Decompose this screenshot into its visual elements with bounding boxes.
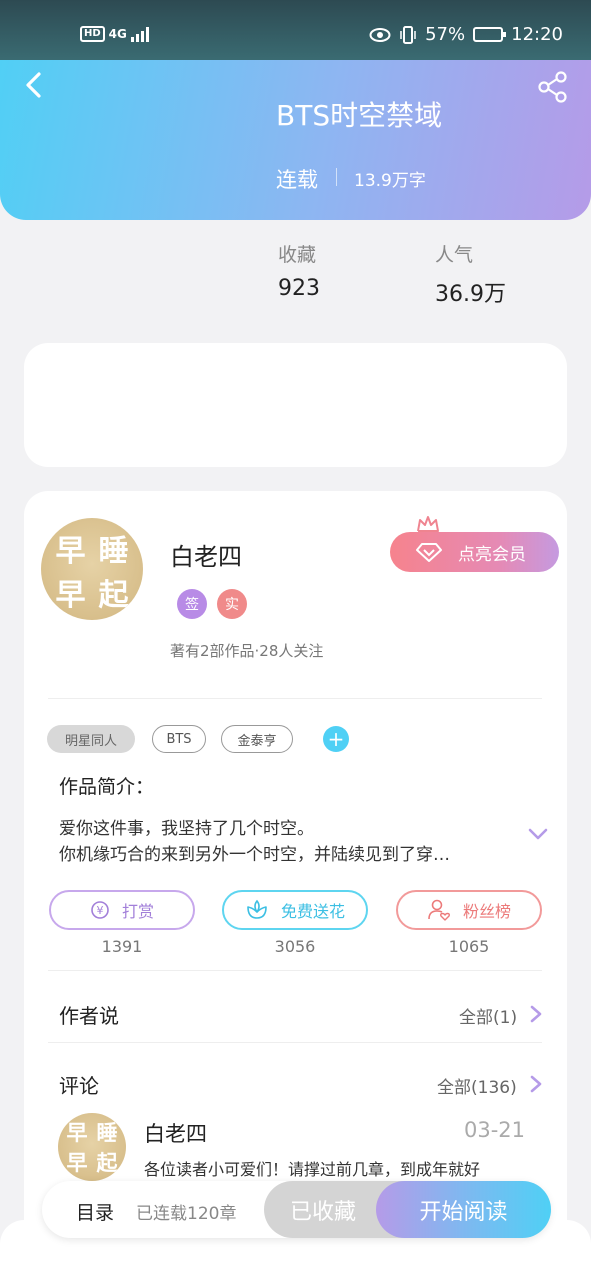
tag-item[interactable]: 金泰亨: [221, 725, 293, 753]
avatar-char: 早: [66, 1151, 88, 1175]
signal-icon: [130, 26, 149, 42]
avatar-char: 睡: [98, 534, 129, 569]
author-notes-all-link[interactable]: 全部(1): [459, 1003, 517, 1028]
battery-icon: [473, 27, 507, 42]
divider: [48, 970, 542, 971]
fan-ranking-label: 粉丝榜: [462, 902, 511, 921]
reward-count: 1391: [101, 937, 143, 956]
clock: 12:20: [511, 24, 563, 45]
comments-all-link[interactable]: 全部(136): [437, 1073, 517, 1098]
commenter-name[interactable]: 白老四: [144, 1118, 207, 1148]
divider: [48, 1042, 542, 1043]
comment-date: 03-21: [464, 1118, 526, 1142]
signed-badge: 签: [177, 589, 207, 619]
author-name[interactable]: 白老四: [170, 537, 242, 572]
favorites-value: 923: [278, 276, 320, 301]
author-avatar[interactable]: 早 睡 早 起: [41, 518, 143, 620]
avatar-char: 起: [96, 1151, 118, 1175]
svg-text:¥: ¥: [96, 904, 103, 917]
free-flower-button[interactable]: 免费送花: [222, 890, 368, 930]
author-stats: 著有2部作品·28人关注: [170, 642, 324, 660]
author-notes-title: 作者说: [59, 1004, 119, 1028]
expand-chevron-down-icon[interactable]: [526, 824, 550, 844]
toc-button[interactable]: 目录: [76, 1198, 114, 1225]
plus-icon: +: [327, 727, 345, 751]
avatar-char: 早: [55, 578, 86, 613]
flower-count: 3056: [274, 937, 316, 956]
popularity-value: 36.9万: [435, 282, 506, 307]
network-type: 4G: [108, 27, 127, 41]
tag-item[interactable]: 明星同人: [47, 725, 135, 753]
back-chevron-icon[interactable]: [20, 70, 50, 100]
crown-icon: [417, 516, 439, 532]
tag-item[interactable]: BTS: [152, 725, 206, 753]
fan-count: 1065: [448, 937, 490, 956]
chapter-count: 已连载120章: [136, 1204, 237, 1224]
battery-percent: 57%: [425, 24, 466, 45]
favorites-label: 收藏: [278, 244, 317, 266]
fan-user-icon: [428, 899, 450, 921]
avatar-char: 早: [66, 1121, 88, 1145]
chevron-right-icon[interactable]: [529, 1074, 543, 1094]
divider: [336, 168, 337, 186]
start-reading-label: 开始阅读: [419, 1199, 508, 1225]
network-indicator: HD 4G: [80, 26, 149, 42]
free-flower-label: 免费送花: [280, 902, 345, 921]
status-bar: HD 4G 57% 12:20: [0, 0, 591, 60]
vibrate-icon: [400, 25, 416, 44]
vip-label: 点亮会员: [458, 544, 526, 565]
verified-badge: 实: [217, 589, 247, 619]
eye-icon: [369, 27, 391, 42]
status-right: 57% 12:20: [369, 24, 563, 45]
book-title: BTS时空禁域: [276, 99, 443, 132]
divider: [48, 698, 542, 699]
diamond-icon: [416, 543, 442, 562]
serial-status: 连载: [276, 168, 318, 192]
comments-title: 评论: [59, 1074, 99, 1098]
vip-button[interactable]: 点亮会员: [390, 532, 559, 572]
intro-text-line: 你机缘巧合的来到另外一个时空，并陆续见到了穿…: [59, 845, 450, 865]
hd-label: HD: [80, 26, 105, 42]
chevron-right-icon[interactable]: [529, 1004, 543, 1024]
blank-card: [24, 343, 567, 467]
fan-ranking-button[interactable]: 粉丝榜: [396, 890, 542, 930]
avatar-char: 早: [55, 534, 86, 569]
intro-title: 作品简介：: [59, 776, 155, 798]
reward-button[interactable]: ¥ 打赏: [49, 890, 195, 930]
collected-label: 已收藏: [289, 1199, 356, 1225]
flower-icon: [247, 899, 267, 919]
avatar-char: 起: [98, 578, 129, 613]
commenter-avatar[interactable]: 早 睡 早 起: [58, 1113, 126, 1181]
popularity-label: 人气: [435, 244, 474, 266]
share-icon[interactable]: [536, 70, 570, 104]
avatar-char: 睡: [96, 1121, 118, 1145]
word-count: 13.9万字: [354, 171, 426, 191]
reward-label: 打赏: [121, 902, 154, 921]
intro-text-line: 爱你这件事，我坚持了几个时空。: [59, 819, 314, 839]
add-tag-button[interactable]: +: [323, 726, 349, 752]
start-reading-button[interactable]: 开始阅读: [376, 1181, 551, 1238]
yen-coin-icon: ¥: [91, 901, 109, 919]
comment-text[interactable]: 各位读者小可爱们！请撑过前几章，到成年就好: [144, 1156, 480, 1180]
